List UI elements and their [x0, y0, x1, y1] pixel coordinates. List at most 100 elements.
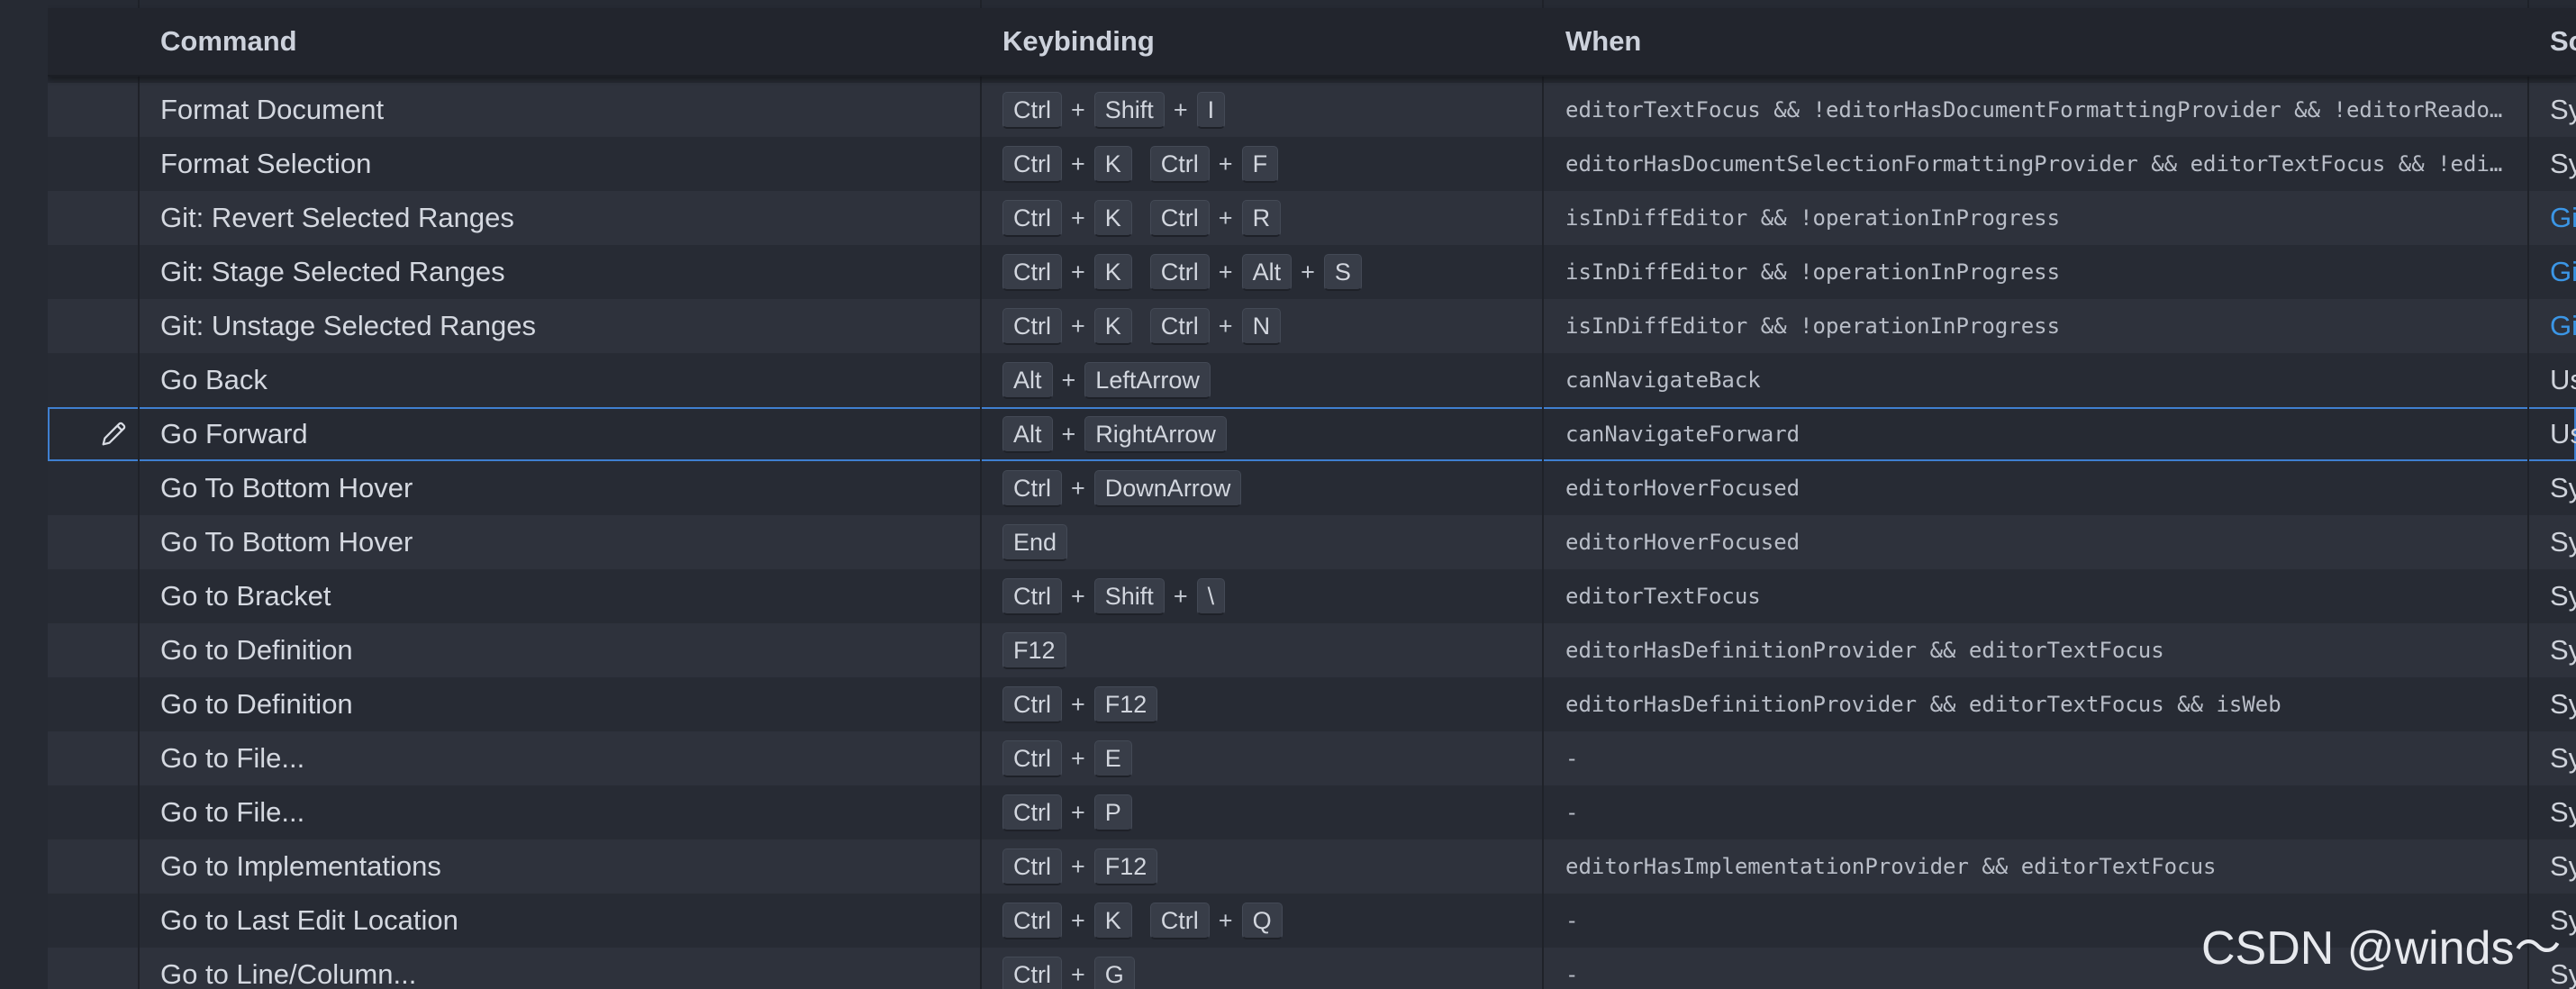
- key-plus-separator: +: [1173, 96, 1188, 123]
- command-cell: Go to Last Edit Location: [160, 904, 458, 936]
- keycap: E: [1093, 739, 1132, 777]
- command-cell: Go to Definition: [160, 688, 353, 720]
- keybinding-cell[interactable]: Alt + LeftArrow: [1002, 353, 1543, 407]
- keybinding-cell[interactable]: F12: [1002, 623, 1543, 677]
- key-plus-separator: +: [1071, 204, 1085, 231]
- keycap: Alt: [1002, 361, 1053, 399]
- keybinding-cell[interactable]: Ctrl + K Ctrl + Alt + S: [1002, 245, 1543, 299]
- command-cell: Go to File...: [160, 796, 305, 828]
- source-link[interactable]: Gi: [2550, 299, 2576, 353]
- keycap: F12: [1002, 631, 1066, 669]
- keycap: S: [1323, 253, 1362, 291]
- command-cell: Go To Bottom Hover: [160, 472, 413, 504]
- table-row[interactable]: Go to Implementations Ctrl + F12 editorHasIm…: [48, 839, 2576, 894]
- keycap: Ctrl: [1002, 145, 1062, 183]
- table-row[interactable]: Git: Revert Selected Ranges Ctrl + K Ctrl + Ri…: [48, 191, 2576, 245]
- command-cell: Go to Line/Column...: [160, 958, 417, 989]
- command-cell: Go Forward: [160, 418, 308, 449]
- command-cell: Go To Bottom Hover: [160, 526, 413, 558]
- table-row[interactable]: Format Document Ctrl + Shift + IeditorTextFoc…: [48, 83, 2576, 137]
- keycap: Alt: [1002, 415, 1053, 453]
- pencil-icon[interactable]: [98, 419, 129, 449]
- keycap: Ctrl: [1149, 199, 1210, 237]
- table-row[interactable]: Go to Line/Column... Ctrl + G - Sy: [48, 948, 2576, 989]
- when-cell: editorHoverFocused: [1565, 476, 1800, 501]
- header-when[interactable]: When: [1565, 8, 1641, 75]
- table-row[interactable]: Git: Unstage Selected Ranges Ctrl + K Ctrl + N…: [48, 299, 2576, 353]
- keybinding-cell[interactable]: Ctrl + K Ctrl + F: [1002, 137, 1543, 191]
- source-link[interactable]: Gi: [2550, 245, 2576, 299]
- column-divider: [980, 0, 982, 989]
- keybinding-cell[interactable]: End: [1002, 515, 1543, 569]
- keybindings-table: Command Keybinding When So Format Docume…: [48, 0, 2576, 989]
- keycap: K: [1093, 902, 1132, 939]
- keybinding-cell[interactable]: Ctrl + Shift + \: [1002, 569, 1543, 623]
- table-row[interactable]: Go to File... Ctrl + P - Sy: [48, 785, 2576, 839]
- source-cell: Sy: [2550, 634, 2576, 666]
- keybinding-cell[interactable]: Ctrl + P: [1002, 785, 1543, 839]
- table-row[interactable]: Format Selection Ctrl + K Ctrl + FeditorHasDoc…: [48, 137, 2576, 191]
- command-cell: Format Document: [160, 94, 385, 125]
- table-row[interactable]: Go to File... Ctrl + E - Sy: [48, 731, 2576, 785]
- key-plus-separator: +: [1301, 259, 1315, 286]
- when-cell: editorHasDefinitionProvider && editorTex…: [1565, 692, 2281, 717]
- key-plus-separator: +: [1071, 691, 1085, 718]
- keycap: Alt: [1241, 253, 1293, 291]
- keycap: RightArrow: [1084, 415, 1227, 453]
- key-plus-separator: +: [1218, 313, 1233, 340]
- table-row[interactable]: Go to Definition Ctrl + F12 editorHasDefinit…: [48, 677, 2576, 731]
- keybinding-cell[interactable]: Ctrl + Shift + I: [1002, 83, 1543, 137]
- keycap: LeftArrow: [1084, 361, 1211, 399]
- keybinding-cell[interactable]: Ctrl + F12: [1002, 677, 1543, 731]
- table-row[interactable]: Go to Last Edit Location Ctrl + K Ctrl + Q - Sy: [48, 894, 2576, 948]
- source-cell: Sy: [2550, 742, 2576, 774]
- keycap: P: [1093, 794, 1132, 831]
- table-row-selected[interactable]: Go Forward Alt + RightArrow canNavigateForwa…: [48, 407, 2576, 461]
- source-cell: Us: [2550, 364, 2576, 395]
- table-row[interactable]: Go to Bracket Ctrl + Shift + \ editorTextFocus…: [48, 569, 2576, 623]
- when-cell: isInDiffEditor && !operationInProgress: [1565, 205, 2061, 231]
- table-row[interactable]: Go to Definition F12 editorHasDefinitionPr…: [48, 623, 2576, 677]
- command-cell: Git: Unstage Selected Ranges: [160, 310, 537, 341]
- keycap: Ctrl: [1002, 848, 1062, 885]
- keycap: Ctrl: [1002, 685, 1062, 723]
- header-command[interactable]: Command: [160, 8, 297, 75]
- header-keybinding[interactable]: Keybinding: [1002, 8, 1155, 75]
- table-row[interactable]: Go To Bottom Hover End editorHoverFocused S…: [48, 515, 2576, 569]
- source-link[interactable]: Gi: [2550, 191, 2576, 245]
- key-plus-separator: +: [1218, 150, 1233, 177]
- source-cell: Us: [2550, 418, 2576, 449]
- key-plus-separator: +: [1071, 150, 1085, 177]
- keycap: Ctrl: [1002, 253, 1062, 291]
- table-header: Command Keybinding When So: [48, 8, 2576, 77]
- keycap: Ctrl: [1002, 577, 1062, 615]
- keybinding-cell[interactable]: Ctrl + K Ctrl + Q: [1002, 894, 1543, 948]
- keycap: G: [1093, 956, 1135, 989]
- keybinding-cell[interactable]: Ctrl + G: [1002, 948, 1543, 989]
- keycap: Ctrl: [1002, 199, 1062, 237]
- table-row[interactable]: Go Back Alt + LeftArrow canNavigateBack Us: [48, 353, 2576, 407]
- table-row[interactable]: Git: Stage Selected Ranges Ctrl + K Ctrl + Alt…: [48, 245, 2576, 299]
- watermark: CSDN @winds～: [2201, 922, 2562, 975]
- keybinding-cell[interactable]: Ctrl + E: [1002, 731, 1543, 785]
- key-plus-separator: +: [1218, 907, 1233, 934]
- header-source[interactable]: So: [2550, 8, 2576, 75]
- column-divider: [1542, 0, 1544, 989]
- keybinding-cell[interactable]: Ctrl + K Ctrl + R: [1002, 191, 1543, 245]
- key-plus-separator: +: [1071, 799, 1085, 826]
- keybinding-cell[interactable]: Alt + RightArrow: [1002, 407, 1543, 461]
- keycap: F12: [1093, 685, 1158, 723]
- keybinding-cell[interactable]: Ctrl + F12: [1002, 839, 1543, 894]
- key-plus-separator: +: [1071, 853, 1085, 880]
- keycap: Ctrl: [1149, 145, 1210, 183]
- keycap: Shift: [1093, 577, 1165, 615]
- key-plus-separator: +: [1071, 313, 1085, 340]
- keybinding-cell[interactable]: Ctrl + K Ctrl + N: [1002, 299, 1543, 353]
- keycap: Shift: [1093, 91, 1165, 129]
- source-cell: Sy: [2550, 850, 2576, 882]
- when-cell: canNavigateBack: [1565, 367, 1761, 393]
- source-cell: Sy: [2550, 94, 2576, 125]
- key-plus-separator: +: [1071, 961, 1085, 988]
- keybinding-cell[interactable]: Ctrl + DownArrow: [1002, 461, 1543, 515]
- table-row[interactable]: Go To Bottom Hover Ctrl + DownArrow editorHo…: [48, 461, 2576, 515]
